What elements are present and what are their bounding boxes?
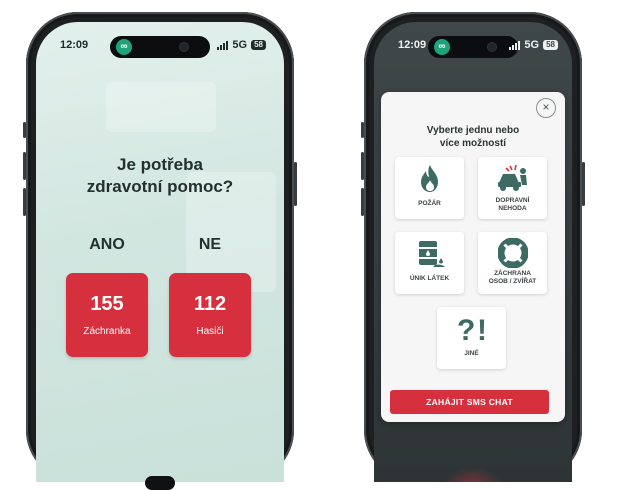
option-substance-leak[interactable]: ÚNIK LÁTEK [395, 232, 464, 294]
side-button [361, 122, 364, 138]
emergency-type-dialog: × Vyberte jednu nebo více možností POŽÁR [381, 92, 565, 422]
screen-emergency-type: 12:09 ∞ 5G 58 × Vyberte jednu nebo více … [374, 22, 572, 482]
option-traffic-accident[interactable]: DOPRAVNÍ NEHODA [478, 157, 547, 219]
car-accident-icon [497, 164, 527, 191]
firefighters-number: 112 [193, 293, 227, 315]
battery-icon: 58 [251, 40, 266, 50]
dynamic-island: ∞ [428, 36, 518, 58]
question-line-1: Je potřeba [117, 155, 203, 174]
yes-label: ANO [89, 236, 125, 253]
start-sms-chat-button[interactable]: ZAHÁJIT SMS CHAT [390, 390, 549, 414]
fire-icon [420, 165, 438, 192]
option-label: JINÉ [464, 350, 479, 357]
battery-icon: 58 [543, 40, 558, 50]
background-decoration [106, 82, 216, 132]
background-glow [443, 468, 503, 482]
option-label: ÚNIK LÁTEK [409, 275, 450, 282]
status-bar: 12:09 ∞ 5G 58 [374, 36, 572, 58]
power-button [582, 162, 585, 206]
question-line-2: zdravotní pomoc? [86, 177, 234, 196]
status-indicators: 5G 58 [509, 39, 558, 51]
phone-right: 12:09 ∞ 5G 58 × Vyberte jednu nebo více … [361, 12, 585, 482]
dialog-title-line-1: Vyberte jednu nebo [426, 125, 520, 136]
status-time: 12:09 [398, 39, 427, 51]
option-label: DOPRAVNÍ NEHODA [478, 197, 547, 213]
chemical-barrel-icon [418, 241, 445, 267]
signal-icon [217, 40, 229, 50]
page-title: Je potřeba zdravotní pomoc? [36, 154, 284, 198]
home-indicator [145, 476, 175, 490]
status-indicators: 5G 58 [217, 39, 266, 51]
ambulance-call-button[interactable]: 155 Záchranka [66, 273, 148, 357]
close-button[interactable]: × [536, 98, 556, 118]
ambulance-number: 155 [90, 293, 124, 315]
camera-icon [488, 43, 496, 51]
option-label: ZÁCHRANA OSOB / ZVÍŘAT [478, 270, 547, 286]
option-label-line-1: ZÁCHRANA [494, 270, 531, 277]
option-label-line-2: OSOB / ZVÍŘAT [488, 278, 537, 285]
screen-emergency-question: 12:09 ∞ 5G 58 Je potřeba zdravotní pomoc… [36, 22, 284, 482]
option-fire[interactable]: POŽÁR [395, 157, 464, 219]
no-label: NE [198, 236, 222, 253]
side-button [23, 122, 26, 138]
option-label: POŽÁR [418, 200, 441, 207]
status-time: 12:09 [60, 39, 89, 51]
network-label: 5G [524, 39, 540, 51]
camera-icon [180, 43, 188, 51]
firefighters-call-button[interactable]: 112 Hasiči [169, 273, 251, 357]
volume-down-button [361, 188, 364, 216]
option-label-line-1: DOPRAVNÍ [495, 197, 530, 204]
volume-up-button [23, 152, 26, 180]
app-logo-icon: ∞ [434, 39, 450, 55]
dynamic-island: ∞ [110, 36, 210, 58]
phone-left: 12:09 ∞ 5G 58 Je potřeba zdravotní pomoc… [23, 12, 297, 490]
volume-up-button [361, 152, 364, 180]
firefighters-label: Hasiči [196, 326, 224, 337]
option-rescue[interactable]: ZÁCHRANA OSOB / ZVÍŘAT [478, 232, 547, 294]
svg-text:!: ! [477, 314, 487, 345]
power-button [294, 162, 297, 206]
status-bar: 12:09 ∞ 5G 58 [36, 36, 284, 58]
signal-icon [509, 40, 521, 50]
option-other[interactable]: ? ! JINÉ [437, 307, 506, 369]
question-exclamation-icon: ? ! [457, 314, 487, 345]
ambulance-label: Záchranka [83, 326, 131, 337]
option-label-line-2: NEHODA [498, 205, 527, 212]
dialog-title-line-2: více možností [439, 138, 507, 149]
svg-text:?: ? [457, 314, 475, 345]
app-logo-icon: ∞ [116, 39, 132, 55]
dialog-title: Vyberte jednu nebo více možností [381, 124, 565, 150]
lifebuoy-icon [497, 238, 528, 268]
volume-down-button [23, 188, 26, 216]
network-label: 5G [232, 39, 248, 51]
